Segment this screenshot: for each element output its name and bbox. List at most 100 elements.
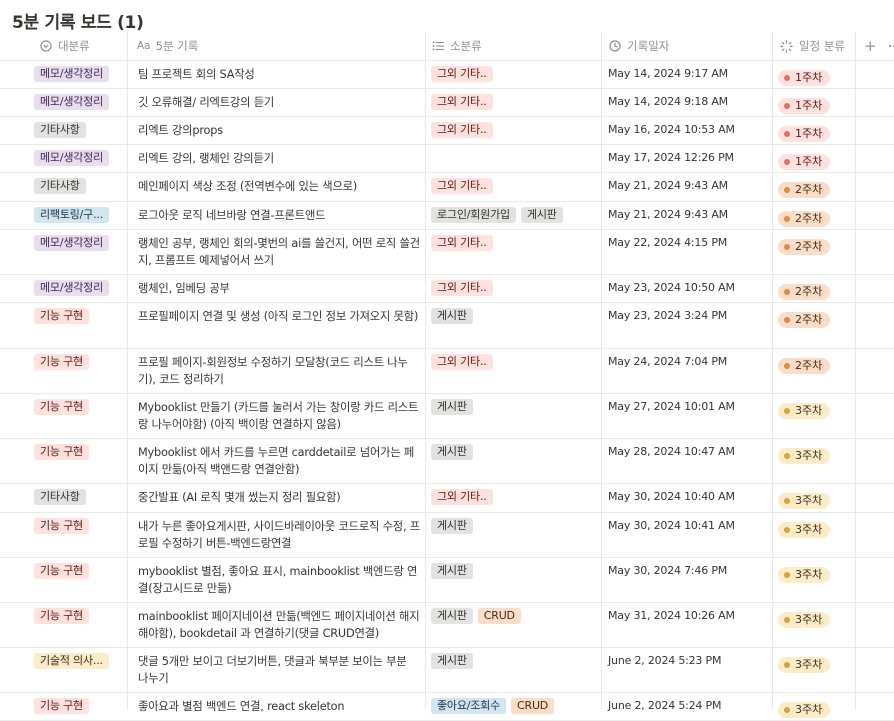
subcategory-cell[interactable]: 그외 기타.. (431, 173, 599, 194)
category-cell[interactable]: 기능 구현 (34, 303, 126, 328)
record-title[interactable]: Mybooklist 만들기 (카드를 눌러서 가는 창이랑 카드 리스트랑 나… (138, 394, 420, 433)
category-cell[interactable]: 메모/생각정리 (34, 230, 126, 255)
record-title[interactable]: 깃 오류해결/ 리엑트강의 듣기 (138, 89, 420, 111)
week-cell[interactable]: 3주차 (778, 648, 858, 673)
record-date[interactable]: May 30, 2024 10:41 AM (608, 513, 774, 532)
record-title[interactable]: mybooklist 별점, 좋아요 표시, mainbooklist 백엔드랑… (138, 558, 420, 597)
week-cell[interactable]: 2주차 (778, 173, 858, 198)
table-row[interactable]: 기능 구현 mybooklist 별점, 좋아요 표시, mainbooklist… (0, 558, 894, 603)
subcategory-cell[interactable]: 그외 기타.. (431, 275, 599, 296)
record-title[interactable]: 리엑트 강의props (138, 117, 420, 139)
subcategory-cell[interactable] (431, 145, 599, 150)
more-options-icon[interactable] (886, 32, 894, 60)
table-row[interactable]: 기능 구현 좋아요과 별점 백엔드 연결, react skeleton 좋아요/조… (0, 693, 894, 721)
week-cell[interactable]: 2주차 (778, 230, 858, 255)
record-title[interactable]: 내가 누른 좋아요게시판, 사이드바레이아웃 코드로직 수정, 프로필 수정하기… (138, 513, 420, 552)
table-row[interactable]: 메모/생각정리 팀 프로젝트 회의 SA작성 그외 기타.. May 14, 2024… (0, 61, 894, 89)
category-cell[interactable]: 기타사항 (34, 173, 126, 198)
category-cell[interactable]: 기능 구현 (34, 558, 126, 583)
table-row[interactable]: 기능 구현 프로필페이지 연결 및 생성 (아직 로그인 정보 가져오지 못함) 게… (0, 303, 894, 349)
category-cell[interactable]: 메모/생각정리 (34, 61, 126, 86)
table-row[interactable]: 메모/생각정리 깃 오류해결/ 리엑트강의 듣기 그외 기타.. May 14, 20… (0, 89, 894, 117)
table-row[interactable]: 메모/생각정리 리엑트 강의, 랭체인 강의듣기 May 17, 2024 12:2… (0, 145, 894, 173)
record-title[interactable]: 중간발표 (AI 로직 몇개 썼는지 정리 필요함) (138, 484, 420, 506)
record-date[interactable]: May 14, 2024 9:18 AM (608, 89, 774, 108)
category-cell[interactable]: 메모/생각정리 (34, 275, 126, 300)
table-row[interactable]: 기술적 의사... 댓글 5개만 보이고 더보기버튼, 댓글과 북부분 보이는 부… (0, 648, 894, 693)
column-header-category[interactable]: 대분류 (40, 32, 90, 60)
record-title[interactable]: Mybooklist 에서 카드를 누르면 carddetail로 넘어가는 페… (138, 439, 420, 478)
week-cell[interactable]: 3주차 (778, 484, 858, 509)
week-cell[interactable]: 2주차 (778, 202, 858, 227)
subcategory-cell[interactable]: 게시판 (431, 648, 599, 669)
category-cell[interactable]: 메모/생각정리 (34, 89, 126, 114)
subcategory-cell[interactable]: 그외 기타.. (431, 117, 599, 138)
week-cell[interactable]: 2주차 (778, 303, 858, 328)
category-cell[interactable]: 기능 구현 (34, 349, 126, 374)
week-cell[interactable]: 1주차 (778, 145, 858, 170)
subcategory-cell[interactable]: 게시판 (431, 303, 599, 324)
table-row[interactable]: 리팩토링/구... 로그아웃 로직 네브바랑 연결-프론트앤드 로그인/회원가입 게시… (0, 202, 894, 230)
category-cell[interactable]: 기능 구현 (34, 394, 126, 419)
category-cell[interactable]: 기술적 의사... (34, 648, 126, 673)
week-cell[interactable]: 3주차 (778, 394, 858, 419)
subcategory-cell[interactable]: 그외 기타.. (431, 61, 599, 82)
category-cell[interactable]: 기능 구현 (34, 439, 126, 464)
subcategory-cell[interactable]: 게시판 (431, 513, 599, 534)
subcategory-cell[interactable]: 좋아요/조회수 CRUD (431, 693, 599, 714)
record-title[interactable]: 팀 프로젝트 회의 SA작성 (138, 61, 420, 83)
record-date[interactable]: May 22, 2024 4:15 PM (608, 230, 774, 249)
record-title[interactable]: 랭체인 공부, 랭체인 회의-몇번의 ai를 쓸건지, 어떤 로직 쓸건지, 프… (138, 230, 420, 269)
subcategory-cell[interactable]: 그외 기타.. (431, 484, 599, 505)
week-cell[interactable]: 1주차 (778, 61, 858, 86)
record-date[interactable]: May 23, 2024 3:24 PM (608, 303, 774, 322)
record-date[interactable]: May 30, 2024 10:40 AM (608, 484, 774, 503)
record-date[interactable]: May 17, 2024 12:26 PM (608, 145, 774, 164)
record-title[interactable]: 좋아요과 별점 백엔드 연결, react skeleton (138, 693, 420, 715)
record-date[interactable]: May 16, 2024 10:53 AM (608, 117, 774, 136)
column-header-subcategory[interactable]: 소분류 (432, 32, 482, 60)
subcategory-cell[interactable]: 로그인/회원가입 게시판 (431, 202, 599, 223)
table-row[interactable]: 기타사항 메인페이지 색상 조정 (전역변수에 있는 색으로) 그외 기타.. May… (0, 173, 894, 202)
week-cell[interactable]: 2주차 (778, 275, 858, 300)
week-cell[interactable]: 3주차 (778, 558, 858, 583)
record-date[interactable]: May 31, 2024 10:26 AM (608, 603, 774, 622)
table-row[interactable]: 기능 구현 내가 누른 좋아요게시판, 사이드바레이아웃 코드로직 수정, 프로필… (0, 513, 894, 558)
category-cell[interactable]: 기능 구현 (34, 693, 126, 718)
record-date[interactable]: June 2, 2024 5:24 PM (608, 693, 774, 712)
category-cell[interactable]: 기능 구현 (34, 513, 126, 538)
record-title[interactable]: 랭체인, 임베딩 공부 (138, 275, 420, 297)
subcategory-cell[interactable]: 그외 기타.. (431, 230, 599, 251)
record-date[interactable]: May 27, 2024 10:01 AM (608, 394, 774, 413)
week-cell[interactable]: 3주차 (778, 513, 858, 538)
record-date[interactable]: June 2, 2024 5:23 PM (608, 648, 774, 667)
week-cell[interactable]: 3주차 (778, 439, 858, 464)
subcategory-cell[interactable]: 게시판 (431, 558, 599, 579)
table-row[interactable]: 메모/생각정리 랭체인 공부, 랭체인 회의-몇번의 ai를 쓸건지, 어떤 로직… (0, 230, 894, 275)
table-row[interactable]: 기능 구현 mainbooklist 페이지네이션 만듦(백엔드 페이지네이션 해… (0, 603, 894, 648)
week-cell[interactable]: 3주차 (778, 603, 858, 628)
record-title[interactable]: 로그아웃 로직 네브바랑 연결-프론트앤드 (138, 202, 420, 224)
table-row[interactable]: 기능 구현 Mybooklist 만들기 (카드를 눌러서 가는 창이랑 카드 리… (0, 394, 894, 439)
record-date[interactable]: May 23, 2024 10:50 AM (608, 275, 774, 294)
record-date[interactable]: May 30, 2024 7:46 PM (608, 558, 774, 577)
add-property-button[interactable]: + (864, 32, 877, 60)
subcategory-cell[interactable]: 그외 기타.. (431, 349, 599, 370)
column-header-name[interactable]: Aa 5분 기록 (137, 32, 198, 60)
category-cell[interactable]: 기타사항 (34, 484, 126, 509)
week-cell[interactable]: 1주차 (778, 117, 858, 142)
column-header-date[interactable]: 기록일자 (609, 32, 669, 60)
category-cell[interactable]: 메모/생각정리 (34, 145, 126, 170)
record-date[interactable]: May 14, 2024 9:17 AM (608, 61, 774, 80)
category-cell[interactable]: 기능 구현 (34, 603, 126, 628)
week-cell[interactable]: 2주차 (778, 349, 858, 374)
table-row[interactable]: 기타사항 중간발표 (AI 로직 몇개 썼는지 정리 필요함) 그외 기타.. May… (0, 484, 894, 513)
record-title[interactable]: 댓글 5개만 보이고 더보기버튼, 댓글과 북부분 보이는 부분 나누기 (138, 648, 420, 687)
record-date[interactable]: May 28, 2024 10:47 AM (608, 439, 774, 458)
table-row[interactable]: 기타사항 리엑트 강의props 그외 기타.. May 16, 2024 10:53… (0, 117, 894, 145)
record-title[interactable]: 프로필페이지 연결 및 생성 (아직 로그인 정보 가져오지 못함) (138, 303, 420, 325)
record-date[interactable]: May 21, 2024 9:43 AM (608, 173, 774, 192)
record-title[interactable]: 메인페이지 색상 조정 (전역변수에 있는 색으로) (138, 173, 420, 195)
column-header-week[interactable]: 일정 분류 (780, 32, 845, 60)
subcategory-cell[interactable]: 게시판 (431, 394, 599, 415)
